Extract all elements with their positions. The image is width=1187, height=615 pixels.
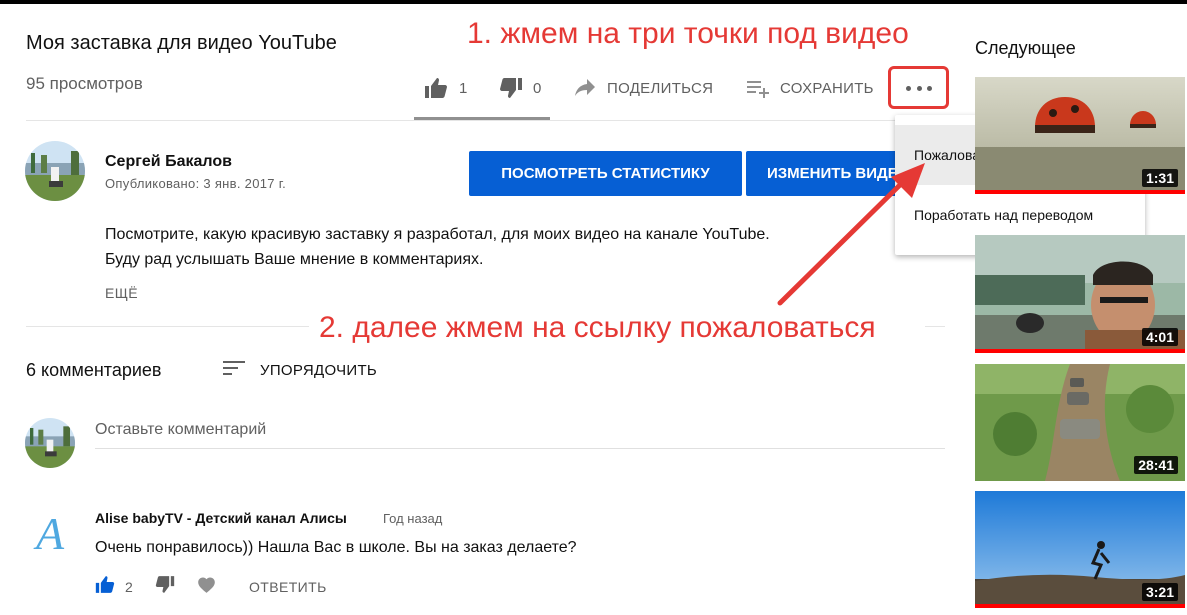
thumbnail-video-3[interactable]: 28:41 [975,364,1185,481]
comment-like-button[interactable] [95,576,115,598]
dislike-button[interactable]: 0 [499,77,542,99]
more-actions-button[interactable] [906,81,932,95]
divider [925,326,945,327]
annotation-step1: 1. жмем на три точки под видео [467,17,909,50]
like-button[interactable]: 1 [424,77,468,99]
video-description: Посмотрите, какую красивую заставку я ра… [105,222,770,272]
sort-label: УПОРЯДОЧИТЬ [260,361,378,379]
comment-input[interactable]: Оставьте комментарий [95,421,945,443]
description-line: Посмотрите, какую красивую заставку я ра… [105,226,770,243]
avatar-letter: A [33,508,65,557]
share-button[interactable]: ПОДЕЛИТЬСЯ [574,77,713,99]
playlist-add-icon [746,78,770,98]
dot [927,85,932,91]
save-button[interactable]: СОХРАНИТЬ [746,77,874,99]
comment-like-count: 2 [125,579,133,595]
share-label: ПОДЕЛИТЬСЯ [607,79,714,97]
sort-icon [222,358,246,382]
view-stats-button[interactable]: ПОСМОТРЕТЬ СТАТИСТИКУ [469,151,742,196]
description-line: Буду рад услышать Ваше мнение в коммента… [105,251,484,268]
comment-input-underline [95,448,945,449]
save-label: СОХРАНИТЬ [780,79,874,97]
thumbs-up-icon [424,77,448,99]
watch-progress [975,190,1185,194]
top-border [0,0,1187,4]
annotation-arrow [777,163,925,306]
video-title: Моя заставка для видео YouTube [26,32,337,54]
view-count: 95 просмотров [26,74,143,93]
video-duration: 1:31 [1141,169,1178,187]
watch-progress [975,604,1185,608]
sort-button[interactable]: УПОРЯДОЧИТЬ [222,358,377,382]
dislike-count: 0 [533,79,542,97]
heart-icon [197,576,216,599]
comment-dislike-button[interactable] [155,576,175,598]
video-duration: 28:41 [1134,456,1178,474]
share-icon [574,78,596,98]
thumbnail-video-2[interactable]: 4:01 [975,235,1185,353]
show-more-link[interactable]: ЕЩЁ [105,285,138,301]
channel-avatar[interactable] [25,141,85,201]
comment-time[interactable]: Год назад [383,511,442,526]
thumbs-up-icon [95,575,115,599]
like-count: 1 [459,79,468,97]
user-avatar [25,418,75,468]
video-duration: 3:21 [1141,583,1178,601]
comment-text: Очень понравилось)) Нашла Вас в школе. В… [95,539,577,556]
thumbnail-video-1[interactable]: 1:31 [975,77,1185,194]
dot [906,85,911,91]
thumbs-down-icon [499,77,523,99]
commenter-avatar[interactable]: A [25,507,75,557]
dot [916,85,922,91]
reply-button[interactable]: ОТВЕТИТЬ [249,576,327,598]
comment-count: 6 комментариев [26,360,162,380]
comment-author[interactable]: Alise babyTV - Детский канал Алисы [95,510,347,526]
thumbnail-video-4[interactable]: 3:21 [975,491,1185,608]
divider [26,326,309,327]
video-duration: 4:01 [1141,328,1178,346]
channel-name[interactable]: Сергей Бакалов [105,153,232,171]
watch-progress [975,349,1185,353]
up-next-heading: Следующее [975,38,1076,58]
thumbs-down-icon [155,575,175,599]
comment-heart-button[interactable] [197,576,216,598]
publish-date: Опубликовано: 3 янв. 2017 г. [105,176,287,191]
divider [26,120,944,121]
annotation-step2: 2. далее жмем на ссылку пожаловаться [319,311,876,344]
